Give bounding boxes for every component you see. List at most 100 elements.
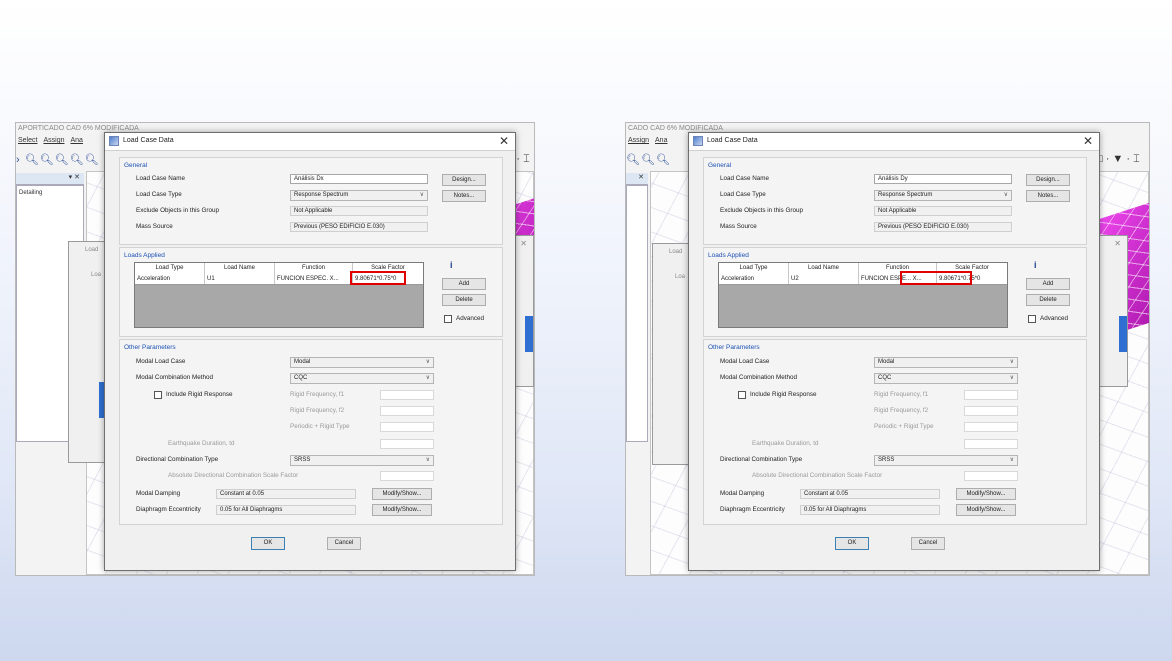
cell-load-name[interactable]: U2 [789,274,859,284]
loads-applied-title: Loads Applied [124,252,165,259]
design-button[interactable]: Design... [1026,174,1070,186]
modal-combination-value: CQC [878,375,892,381]
background-dialog-right-edge: ✕ [1096,235,1128,387]
modal-load-case-value: Modal [878,359,895,365]
chevron-down-icon: ∨ [1003,192,1008,198]
info-icon[interactable]: i [1034,260,1037,270]
mass-source-value: Previous (PESO EDIFICIO E.030) [290,222,428,232]
advanced-checkbox[interactable] [444,315,452,323]
load-case-type-select[interactable]: Response Spectrum ∨ [290,190,428,201]
modal-combination-select[interactable]: CQC ∨ [290,373,434,384]
exclude-objects-value: Not Applicable [874,206,1012,216]
directional-combination-select[interactable]: SRSS ∨ [874,455,1018,466]
include-rigid-checkbox[interactable] [154,391,162,399]
dialog-title: Load Case Data [123,137,174,144]
ok-button[interactable]: OK [835,537,869,550]
modify-show-eccentricity-button[interactable]: Modify/Show... [372,504,432,516]
delete-button[interactable]: Delete [1026,294,1070,306]
menu-analyze[interactable]: Ana [655,137,667,144]
modify-show-eccentricity-button[interactable]: Modify/Show... [956,504,1016,516]
diaphragm-eccentricity-value: 0.05 for All Diaphragms [216,505,356,515]
cancel-button[interactable]: Cancel [327,537,361,550]
mass-source-value: Previous (PESO EDIFICIO E.030) [874,222,1012,232]
diaphragm-eccentricity-label: Diaphragm Eccentricity [720,506,785,513]
rigid-f1-label: Rigid Frequency, f1 [290,391,345,398]
cell-load-name[interactable]: U1 [205,274,275,284]
general-group: General Load Case Name Análisis Dx Desig… [119,157,503,245]
include-rigid-label: Include Rigid Response [166,391,233,398]
directional-combination-label: Directional Combination Type [720,456,803,463]
tree-item-detailing[interactable]: Detailing [19,190,42,196]
cancel-button[interactable]: Cancel [911,537,945,550]
rigid-f2-label: Rigid Frequency, f2 [290,407,345,414]
chevron-down-icon: ∨ [425,457,430,463]
modal-combination-select[interactable]: CQC ∨ [874,373,1018,384]
load-case-name-input[interactable]: Análisis Dy [874,174,1012,184]
view-toolbar-icons[interactable]: □ · ▼ · ⌶ [1096,153,1140,166]
directional-combination-select[interactable]: SRSS ∨ [290,455,434,466]
menu-assign[interactable]: Assign [43,137,64,144]
periodic-rigid-input [964,422,1018,432]
design-button[interactable]: Design... [442,174,486,186]
exclude-objects-value: Not Applicable [290,206,428,216]
dialog-title-bar[interactable]: Load Case Data ✕ [105,133,515,151]
panel-close-icon[interactable]: ✕ [638,174,644,181]
periodic-rigid-input [380,422,434,432]
modal-combination-value: CQC [294,375,308,381]
zoom-toolbar-icons[interactable]: › 🔍︎🔍︎🔍︎🔍︎🔍︎ [16,153,100,166]
panel-header: ▾ ✕ [16,173,84,185]
rigid-f2-input [964,406,1018,416]
ok-button[interactable]: OK [251,537,285,550]
header-load-type: Load Type [719,263,789,274]
directional-combination-value: SRSS [294,457,311,463]
load-case-type-select[interactable]: Response Spectrum ∨ [874,190,1012,201]
delete-button[interactable]: Delete [442,294,486,306]
notes-button[interactable]: Notes... [1026,190,1070,202]
model-tree-panel [626,185,648,442]
include-rigid-checkbox[interactable] [738,391,746,399]
info-icon[interactable]: i [450,260,453,270]
chevron-down-icon: ∨ [425,375,430,381]
etabs-app-icon [693,136,703,146]
chevron-down-icon: ∨ [1009,359,1014,365]
close-icon[interactable]: ✕ [1083,134,1093,148]
dialog-title-bar[interactable]: Load Case Data ✕ [689,133,1099,151]
close-icon[interactable]: ✕ [499,134,509,148]
cell-load-type[interactable]: Acceleration [135,274,205,284]
left-screenshot: APORTICADO CAD 6% MODIFICADA Select Assi… [15,122,535,576]
modify-show-damping-button[interactable]: Modify/Show... [956,488,1016,500]
earthquake-duration-input [380,439,434,449]
modify-show-damping-button[interactable]: Modify/Show... [372,488,432,500]
cell-load-type[interactable]: Acceleration [719,274,789,284]
add-button[interactable]: Add [442,278,486,290]
load-case-name-input[interactable]: Análisis Dx [290,174,428,184]
menu-analyze[interactable]: Ana [70,137,82,144]
modal-load-case-select[interactable]: Modal ∨ [290,357,434,368]
menu-select[interactable]: Select [18,137,37,144]
modal-load-case-value: Modal [294,359,311,365]
header-function: Function [275,263,353,274]
add-button[interactable]: Add [1026,278,1070,290]
modal-load-case-label: Modal Load Case [720,358,770,365]
background-selection-bar-right [1119,316,1127,352]
chevron-down-icon: ∨ [1009,375,1014,381]
background-dialog-subtitle: Loa [675,274,686,280]
advanced-label: Advanced [1040,315,1069,322]
advanced-checkbox[interactable] [1028,315,1036,323]
cell-function[interactable]: FUNCION ESPEC. X... [275,274,353,284]
modal-combination-label: Modal Combination Method [136,374,214,381]
load-case-data-dialog: Load Case Data ✕ General Load Case Name … [688,132,1100,571]
absolute-scale-label: Absolute Directional Combination Scale F… [168,472,299,479]
menu-bar: Select Assign Ana [18,137,83,144]
other-parameters-title: Other Parameters [124,344,176,351]
header-load-type: Load Type [135,263,205,274]
absolute-scale-input [964,471,1018,481]
zoom-toolbar-icons[interactable]: 🔍︎🔍︎🔍︎ [626,153,671,166]
modal-load-case-select[interactable]: Modal ∨ [874,357,1018,368]
header-load-name: Load Name [789,263,859,274]
notes-button[interactable]: Notes... [442,190,486,202]
menu-assign[interactable]: Assign [628,137,649,144]
app-title: CADO CAD 6% MODIFICADA [628,125,723,132]
panel-close-icon[interactable]: ▾ ✕ [69,174,80,181]
earthquake-duration-input [964,439,1018,449]
